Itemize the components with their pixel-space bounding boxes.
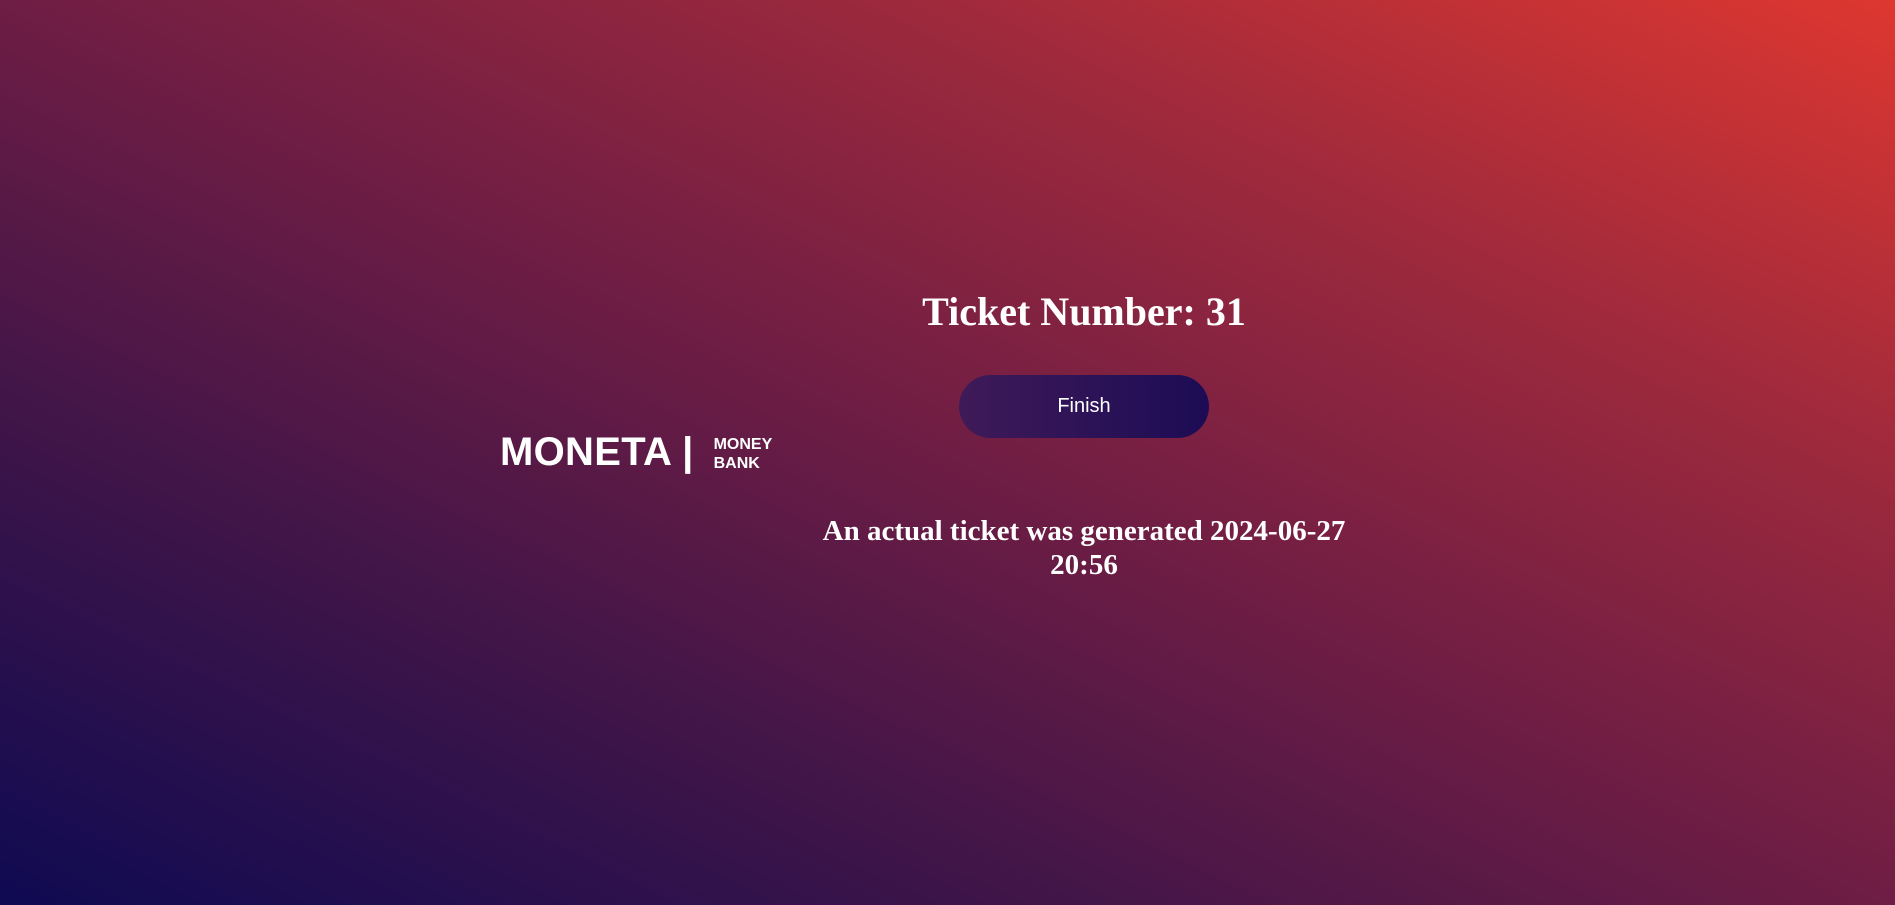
ticket-panel: Ticket Number: 31 Finish An actual ticke… [784,286,1384,582]
logo-title: MONETA | [500,430,694,474]
bank-logo: MONETA | MONEY BANK [500,428,772,476]
ticket-page: { "logo": { "main": "MONETA |", "sub_lin… [0,0,1895,905]
logo-subtitle: MONEY BANK [714,435,773,473]
ticket-generated-info: An actual ticket was generated 2024-06-2… [784,514,1384,582]
finish-button[interactable]: Finish [959,375,1209,438]
logo-subtitle-line-2: BANK [713,455,760,472]
ticket-generated-line-1: An actual ticket was generated 2024-06-2… [822,515,1346,547]
ticket-generated-line-2: 20:56 [1050,549,1118,581]
logo-subtitle-line-1: MONEY [713,436,773,453]
ticket-number-heading: Ticket Number: 31 [922,289,1246,334]
